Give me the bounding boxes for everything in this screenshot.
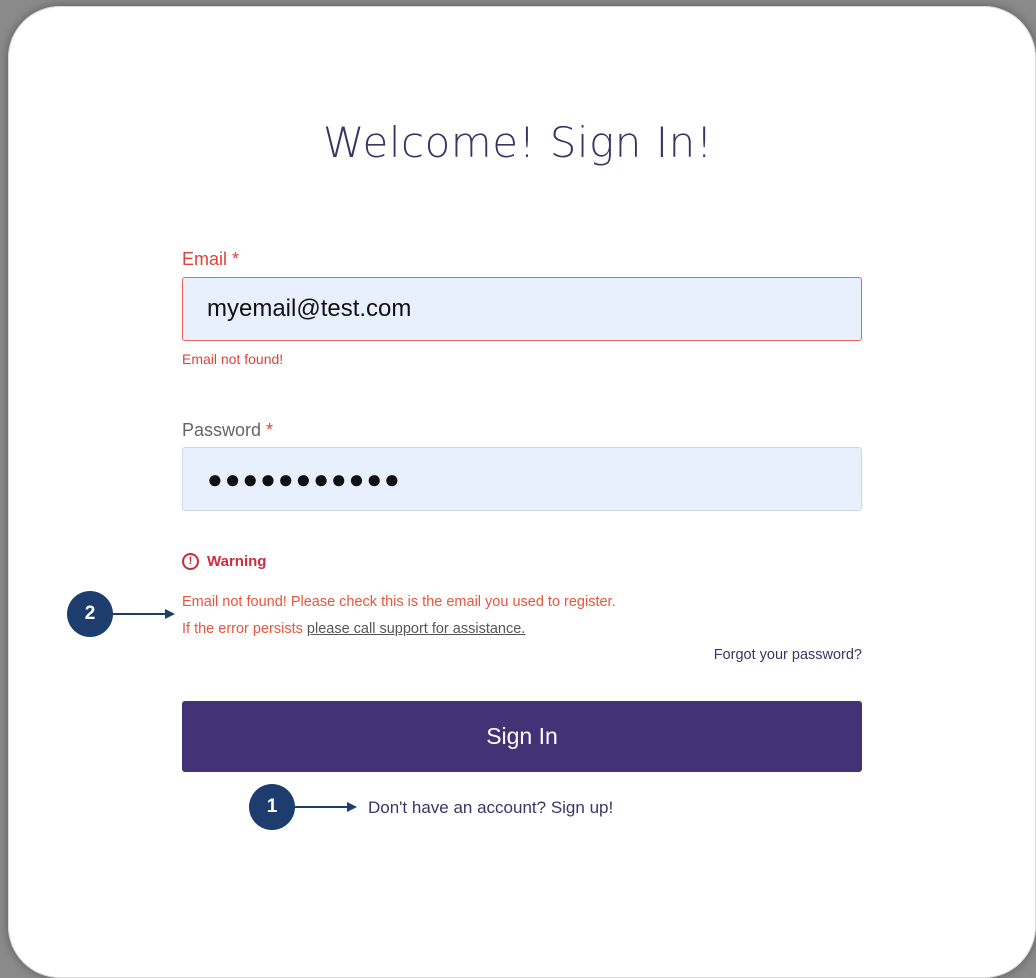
- annotation-arrow-2-icon: [111, 609, 175, 619]
- page-title: Welcome! Sign In!: [322, 118, 714, 167]
- warning-header: ! Warning: [182, 553, 266, 570]
- password-input[interactable]: [182, 447, 862, 511]
- warning-line-2-prefix: If the error persists: [182, 621, 307, 637]
- email-required-mark: *: [232, 249, 240, 269]
- sign-up-link[interactable]: Don't have an account? Sign up!: [368, 798, 613, 818]
- exclamation-circle-icon: !: [182, 553, 199, 570]
- sign-in-button[interactable]: Sign In: [182, 701, 862, 772]
- password-required-mark: *: [266, 420, 274, 440]
- warning-title: Warning: [207, 553, 267, 570]
- warning-line-1: Email not found! Please check this is th…: [182, 594, 616, 610]
- password-label-text: Password: [182, 420, 262, 440]
- annotation-arrow-1-icon: [293, 802, 357, 812]
- annotation-marker-1: 1: [249, 784, 295, 830]
- email-label-text: Email: [182, 249, 228, 269]
- email-label: Email *: [182, 249, 239, 270]
- email-error-message: Email not found!: [182, 351, 284, 367]
- support-link[interactable]: please call support for assistance.: [307, 621, 525, 637]
- password-label: Password *: [182, 420, 273, 441]
- warning-line-2: If the error persists please call suppor…: [182, 621, 525, 637]
- annotation-marker-2: 2: [67, 591, 113, 637]
- email-input[interactable]: [182, 277, 862, 341]
- forgot-password-link[interactable]: Forgot your password?: [714, 647, 862, 663]
